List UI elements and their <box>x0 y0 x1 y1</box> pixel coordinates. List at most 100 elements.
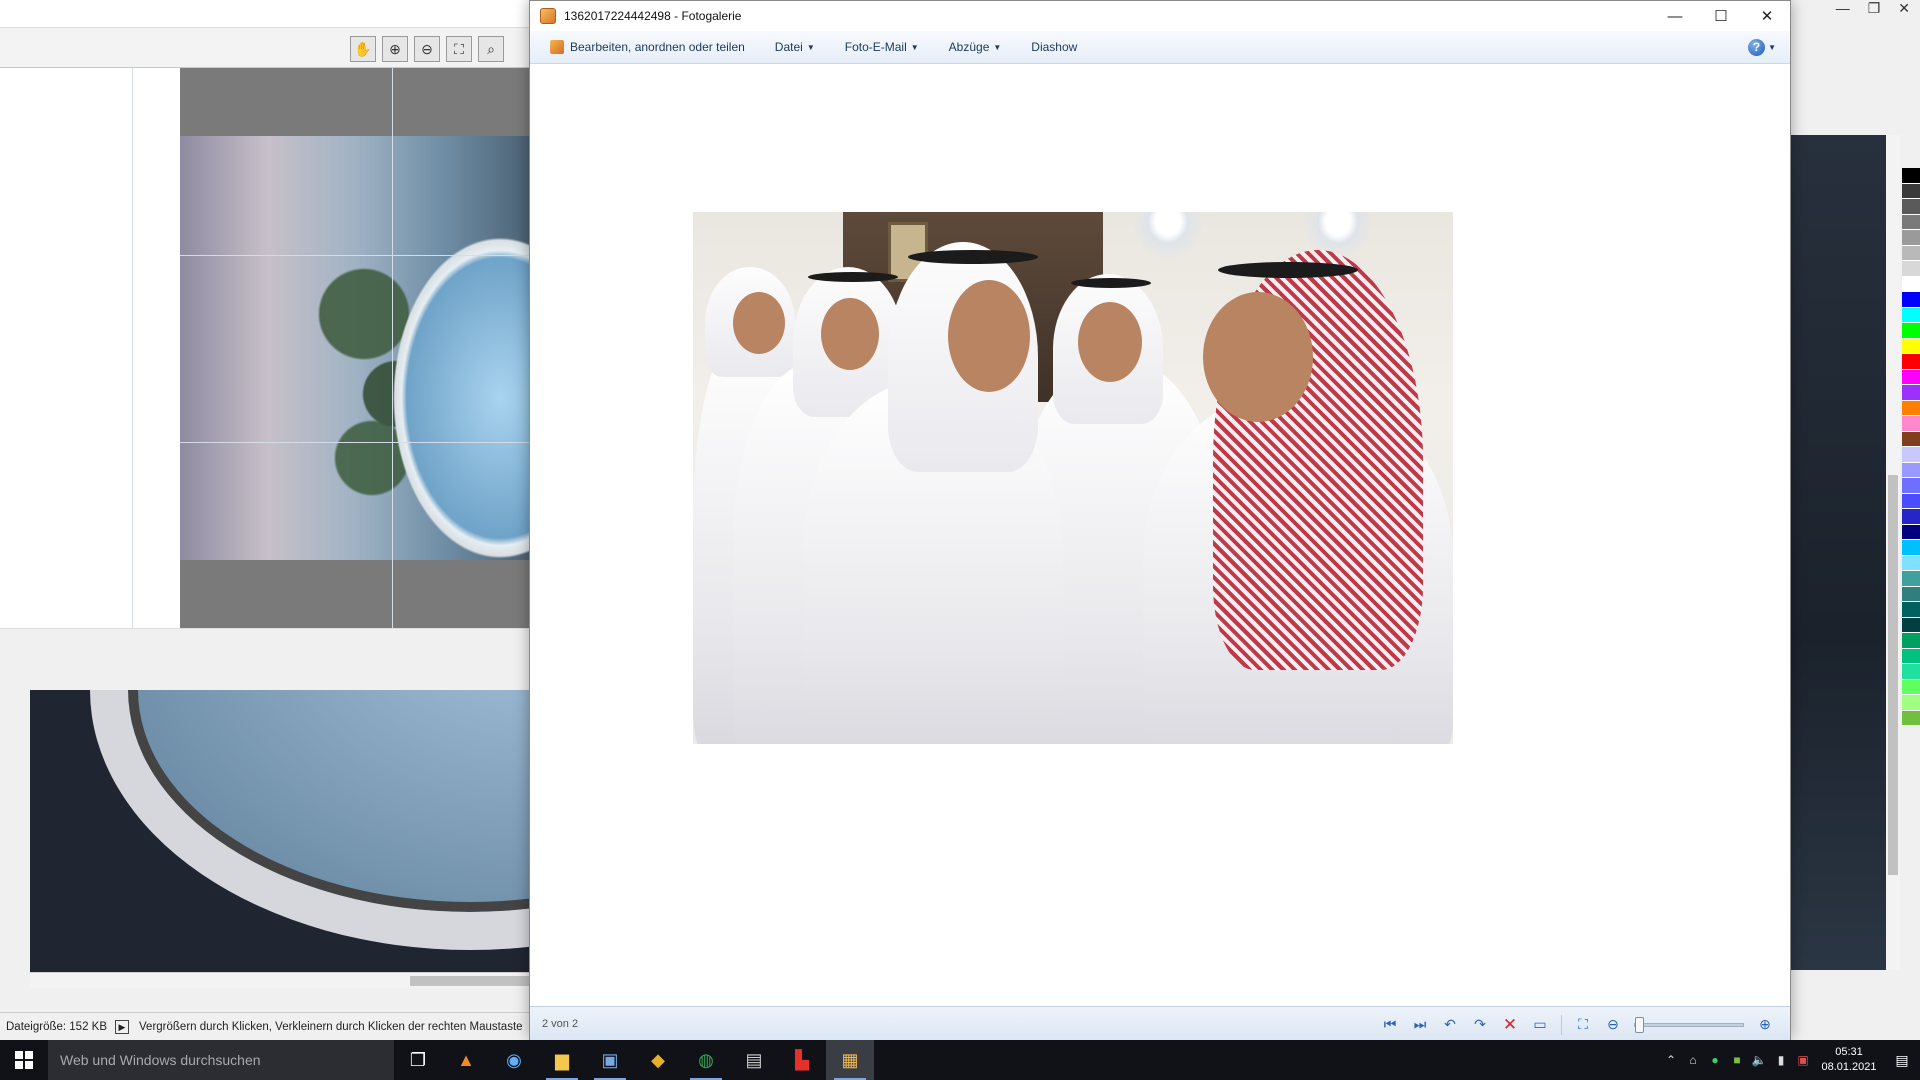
hand-tool-icon[interactable]: ✋ <box>350 36 376 62</box>
color-swatch[interactable] <box>1902 369 1920 385</box>
slideshow-icon[interactable]: ▭ <box>1525 1013 1555 1037</box>
clock-date: 08.01.2021 <box>1821 1061 1877 1073</box>
image-editor-icon[interactable]: ▣ <box>586 1040 634 1080</box>
next-icon[interactable]: ⏭ <box>1405 1013 1435 1037</box>
scrollbar-thumb[interactable] <box>410 976 530 986</box>
color-swatch[interactable] <box>1902 710 1920 726</box>
color-swatch[interactable] <box>1902 431 1920 447</box>
color-swatch[interactable] <box>1902 571 1920 587</box>
title-bar[interactable]: 1362017224442498 - Fotogalerie — ☐ ✕ <box>530 1 1790 31</box>
color-swatch[interactable] <box>1902 462 1920 478</box>
color-swatch[interactable] <box>1902 602 1920 618</box>
color-swatch[interactable] <box>1902 447 1920 463</box>
action-center-icon[interactable]: ▤ <box>1884 1052 1920 1069</box>
media-app-icon[interactable]: ◆ <box>634 1040 682 1080</box>
color-swatch[interactable] <box>1902 478 1920 494</box>
color-swatch[interactable] <box>1902 168 1920 184</box>
start-button[interactable] <box>0 1040 48 1080</box>
restore-icon[interactable]: ❐ <box>1868 0 1881 22</box>
color-swatch[interactable] <box>1902 664 1920 680</box>
browser-icon[interactable]: ◉ <box>490 1040 538 1080</box>
organize-menu[interactable]: Bearbeiten, anordnen oder teilen <box>550 40 745 54</box>
camera-app-icon[interactable]: ▤ <box>730 1040 778 1080</box>
gallery-menu-icon <box>550 40 564 54</box>
zoom-in-icon[interactable]: ⊕ <box>382 36 408 62</box>
close-icon[interactable]: ✕ <box>1898 0 1910 22</box>
photo-gallery-taskbar-icon[interactable]: ▦ <box>826 1040 874 1080</box>
email-menu[interactable]: Foto-E-Mail ▼ <box>845 40 919 54</box>
system-clock[interactable]: 05:31 08.01.2021 <box>1814 1045 1884 1075</box>
close-button[interactable]: ✕ <box>1744 1 1790 31</box>
actual-size-icon[interactable]: ⌕ <box>478 36 504 62</box>
color-swatch[interactable] <box>1902 400 1920 416</box>
fit-screen-icon[interactable]: ⛶ <box>446 36 472 62</box>
taskbar-search-box[interactable]: Web und Windows durchsuchen <box>48 1040 394 1080</box>
vlc-icon[interactable]: ▲ <box>442 1040 490 1080</box>
color-swatch[interactable] <box>1902 648 1920 664</box>
color-swatch[interactable] <box>1902 307 1920 323</box>
volume-icon[interactable]: 🔈 <box>1748 1053 1770 1067</box>
gpu-icon[interactable]: ■ <box>1726 1053 1748 1067</box>
horizontal-scrollbar[interactable] <box>30 972 530 988</box>
menu-bar: Bearbeiten, anordnen oder teilen Datei ▼… <box>530 31 1790 64</box>
color-swatch[interactable] <box>1902 555 1920 571</box>
network-icon[interactable]: ▮ <box>1770 1053 1792 1067</box>
color-palette[interactable] <box>1902 168 1920 988</box>
security-icon[interactable]: ● <box>1704 1053 1726 1067</box>
color-swatch[interactable] <box>1902 524 1920 540</box>
color-swatch[interactable] <box>1902 230 1920 246</box>
previous-icon[interactable]: ⏮ <box>1375 1013 1405 1037</box>
color-swatch[interactable] <box>1902 338 1920 354</box>
minimize-button[interactable]: — <box>1652 1 1698 31</box>
vertical-scrollbar[interactable] <box>1886 135 1900 970</box>
zoom-in-icon[interactable]: ⊕ <box>1750 1013 1780 1037</box>
zoom-out-icon[interactable]: ⊖ <box>1598 1013 1628 1037</box>
tray-app-icon[interactable]: ▣ <box>1792 1053 1814 1067</box>
color-swatch[interactable] <box>1902 199 1920 215</box>
edited-image-preview[interactable] <box>180 68 530 628</box>
color-swatch[interactable] <box>1902 493 1920 509</box>
zoom-out-icon[interactable]: ⊖ <box>414 36 440 62</box>
show-hidden-icons[interactable]: ⌃ <box>1660 1053 1682 1067</box>
displayed-photo[interactable] <box>693 212 1453 744</box>
color-swatch[interactable] <box>1902 261 1920 277</box>
color-swatch[interactable] <box>1902 354 1920 370</box>
color-swatch[interactable] <box>1902 540 1920 556</box>
network-up-icon[interactable]: ⌂ <box>1682 1053 1704 1067</box>
slideshow-menu[interactable]: Diashow <box>1031 40 1077 54</box>
file-menu[interactable]: Datei ▼ <box>775 40 815 54</box>
color-swatch[interactable] <box>1902 245 1920 261</box>
delete-icon[interactable]: ✕ <box>1495 1013 1525 1037</box>
color-swatch[interactable] <box>1902 695 1920 711</box>
pool-ring <box>90 690 530 950</box>
color-swatch[interactable] <box>1902 416 1920 432</box>
color-swatch[interactable] <box>1902 617 1920 633</box>
color-swatch[interactable] <box>1902 183 1920 199</box>
zoom-slider[interactable] <box>1634 1016 1744 1033</box>
photo-chandelier <box>1133 212 1203 260</box>
detail-image-preview[interactable] <box>30 690 530 972</box>
color-swatch[interactable] <box>1902 214 1920 230</box>
color-swatch[interactable] <box>1902 679 1920 695</box>
color-swatch[interactable] <box>1902 509 1920 525</box>
color-swatch[interactable] <box>1902 385 1920 401</box>
fit-window-icon[interactable]: ⛶ <box>1568 1013 1598 1037</box>
file-explorer-icon[interactable]: ▆ <box>538 1040 586 1080</box>
minimize-icon[interactable]: — <box>1836 0 1850 22</box>
color-swatch[interactable] <box>1902 586 1920 602</box>
play-icon[interactable]: ▶ <box>115 1019 130 1034</box>
prints-menu[interactable]: Abzüge ▼ <box>949 40 1002 54</box>
zoom-slider-knob[interactable] <box>1635 1016 1644 1033</box>
pdf-app-icon[interactable]: ▙ <box>778 1040 826 1080</box>
help-button[interactable]: ? ▼ <box>1748 39 1776 56</box>
color-swatch[interactable] <box>1902 633 1920 649</box>
color-swatch[interactable] <box>1902 292 1920 308</box>
maximize-button[interactable]: ☐ <box>1698 1 1744 31</box>
task-view-icon[interactable]: ❐ <box>394 1040 442 1080</box>
rotate-left-icon[interactable]: ↶ <box>1435 1013 1465 1037</box>
color-swatch[interactable] <box>1902 276 1920 292</box>
rotate-right-icon[interactable]: ↷ <box>1465 1013 1495 1037</box>
color-swatch[interactable] <box>1902 323 1920 339</box>
chrome-icon[interactable]: ◍ <box>682 1040 730 1080</box>
scrollbar-thumb[interactable] <box>1888 475 1898 875</box>
